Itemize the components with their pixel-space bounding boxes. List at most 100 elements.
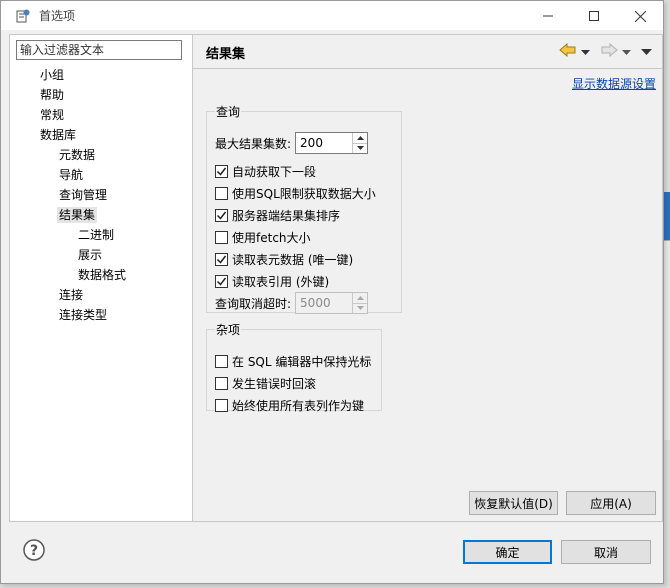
timeout-label: 查询取消超时: — [215, 296, 292, 311]
checkbox-label: 读取表引用 (外键) — [232, 274, 330, 289]
checkbox[interactable] — [215, 398, 228, 412]
checkbox-row[interactable]: 使用fetch大小 — [215, 228, 311, 246]
checkbox-label: 在 SQL 编辑器中保持光标 — [232, 354, 372, 369]
timeout-row: 查询取消超时: — [215, 292, 369, 314]
tree-item[interactable]: 小组 — [10, 65, 192, 85]
cancel-button[interactable]: 取消 — [561, 540, 651, 564]
tree-item[interactable]: 查询管理 — [10, 185, 192, 205]
forward-menu-chevron-down-icon[interactable] — [622, 45, 631, 59]
checkmark-icon — [216, 167, 227, 176]
tree-item-label: 结果集 — [57, 207, 98, 223]
tree-item-label: 常规 — [40, 108, 65, 122]
tree-item[interactable]: 连接类型 — [10, 305, 192, 325]
checkbox-label: 自动获取下一段 — [232, 164, 317, 179]
checkbox-row[interactable]: 使用SQL限制获取数据大小 — [215, 184, 376, 202]
checkbox-label: 发生错误时回滚 — [232, 376, 317, 391]
checkbox-label: 服务器端结果集排序 — [232, 208, 341, 223]
checkbox-row[interactable]: 服务器端结果集排序 — [215, 206, 340, 224]
tree-item-label: 二进制 — [78, 228, 115, 242]
checkbox-label: 读取表元数据 (唯一键) — [232, 252, 354, 267]
apply-button[interactable]: 应用(A) — [566, 491, 656, 515]
tree-item[interactable]: 结果集 — [10, 205, 192, 225]
tree-item[interactable]: 二进制 — [10, 225, 192, 245]
spin-down-button[interactable] — [353, 142, 368, 154]
minimize-button[interactable] — [525, 1, 571, 31]
tree-item[interactable]: 帮助 — [10, 85, 192, 105]
app-icon — [15, 8, 31, 24]
header-separator — [193, 68, 662, 69]
minimize-icon — [543, 15, 553, 17]
checkbox[interactable] — [215, 354, 228, 368]
checkbox-label: 始终使用所有表列作为键 — [232, 398, 365, 413]
filter-input[interactable] — [16, 40, 182, 60]
checkbox-row[interactable]: 始终使用所有表列作为键 — [215, 396, 364, 414]
checkbox[interactable] — [215, 252, 228, 266]
tree-item[interactable]: 数据库 — [10, 125, 192, 145]
page-navigation — [559, 42, 652, 60]
close-icon — [634, 10, 646, 22]
max-results-label: 最大结果集数: — [215, 136, 292, 151]
query-group-legend: 查询 — [216, 105, 241, 119]
checkmark-icon — [216, 255, 227, 264]
tree-item-label: 元数据 — [59, 148, 96, 162]
tree-item[interactable]: 元数据 — [10, 145, 192, 165]
checkbox[interactable] — [215, 230, 228, 244]
max-results-row: 最大结果集数: — [215, 132, 369, 154]
preferences-tree-pane: 小组帮助常规数据库元数据导航查询管理结果集二进制展示数据格式连接连接类型 — [9, 34, 193, 522]
chevron-down-icon — [356, 146, 364, 151]
tree-item[interactable]: 导航 — [10, 165, 192, 185]
svg-text:?: ? — [30, 543, 38, 559]
tree-item-label: 帮助 — [40, 88, 65, 102]
restore-defaults-button[interactable]: 恢复默认值(D) — [469, 491, 558, 515]
help-icon[interactable]: ? — [23, 539, 45, 561]
maximize-button[interactable] — [571, 1, 617, 31]
misc-group: 杂项 在 SQL 编辑器中保持光标 发生错误时回滚始终使用所有表列作为键 — [206, 321, 382, 414]
checkbox-row[interactable]: 发生错误时回滚 — [215, 374, 316, 392]
max-results-spinner — [295, 132, 369, 154]
tree-item-label: 连接类型 — [59, 308, 108, 322]
checkbox-row[interactable]: 读取表引用 (外键) — [215, 272, 329, 290]
tree-item[interactable]: 连接 — [10, 285, 192, 305]
misc-group-legend: 杂项 — [216, 323, 241, 337]
tree-item-label: 展示 — [78, 248, 103, 262]
checkbox[interactable] — [215, 376, 228, 390]
checkbox-row[interactable]: 自动获取下一段 — [215, 162, 316, 180]
max-results-input[interactable] — [296, 133, 353, 153]
forward-arrow-icon[interactable] — [600, 42, 618, 60]
checkbox-row[interactable]: 读取表元数据 (唯一键) — [215, 250, 353, 268]
back-arrow-icon[interactable] — [559, 42, 577, 60]
timeout-spinner — [295, 292, 369, 314]
checkbox-label: 使用fetch大小 — [232, 230, 311, 245]
tree-item-label: 数据格式 — [78, 268, 127, 282]
tree-item[interactable]: 数据格式 — [10, 265, 192, 285]
checkbox[interactable] — [215, 208, 228, 222]
tree-item[interactable]: 展示 — [10, 245, 192, 265]
timeout-input — [296, 293, 353, 313]
maximize-icon — [589, 11, 599, 21]
tree-item-label: 查询管理 — [59, 188, 108, 202]
tree-item-label: 导航 — [59, 168, 84, 182]
back-menu-chevron-down-icon[interactable] — [581, 45, 590, 59]
window-title: 首选项 — [39, 9, 76, 23]
query-group: 查询 最大结果集数: 自动获取下一段使用SQL限制获取数据大小服务器端结果集排序… — [206, 103, 402, 314]
tree-item-label: 连接 — [59, 288, 84, 302]
checkbox[interactable] — [215, 164, 228, 178]
checkbox[interactable] — [215, 186, 228, 200]
tree-item[interactable]: 常规 — [10, 105, 192, 125]
preferences-dialog: 首选项 小组帮助常规数据库元数据导航查询管理结果集二进制展示数据格式连接连接类型… — [0, 0, 664, 584]
checkbox[interactable] — [215, 274, 228, 288]
checkmark-icon — [216, 211, 227, 220]
chevron-up-icon — [356, 135, 364, 140]
timeout-spin-up-button — [353, 293, 367, 303]
spin-up-button[interactable] — [353, 133, 367, 143]
ok-button[interactable]: 确定 — [463, 540, 552, 564]
view-menu-chevron-down-icon[interactable] — [641, 45, 652, 59]
chevron-down-icon — [356, 306, 364, 311]
checkmark-icon — [216, 277, 227, 286]
datasource-settings-link[interactable]: 显示数据源设置 — [572, 75, 656, 92]
tree-item-label: 数据库 — [40, 128, 77, 142]
checkbox-row[interactable]: 在 SQL 编辑器中保持光标 — [215, 352, 371, 370]
chevron-up-icon — [356, 295, 364, 300]
preferences-tree: 小组帮助常规数据库元数据导航查询管理结果集二进制展示数据格式连接连接类型 — [10, 65, 192, 325]
close-button[interactable] — [617, 1, 663, 31]
